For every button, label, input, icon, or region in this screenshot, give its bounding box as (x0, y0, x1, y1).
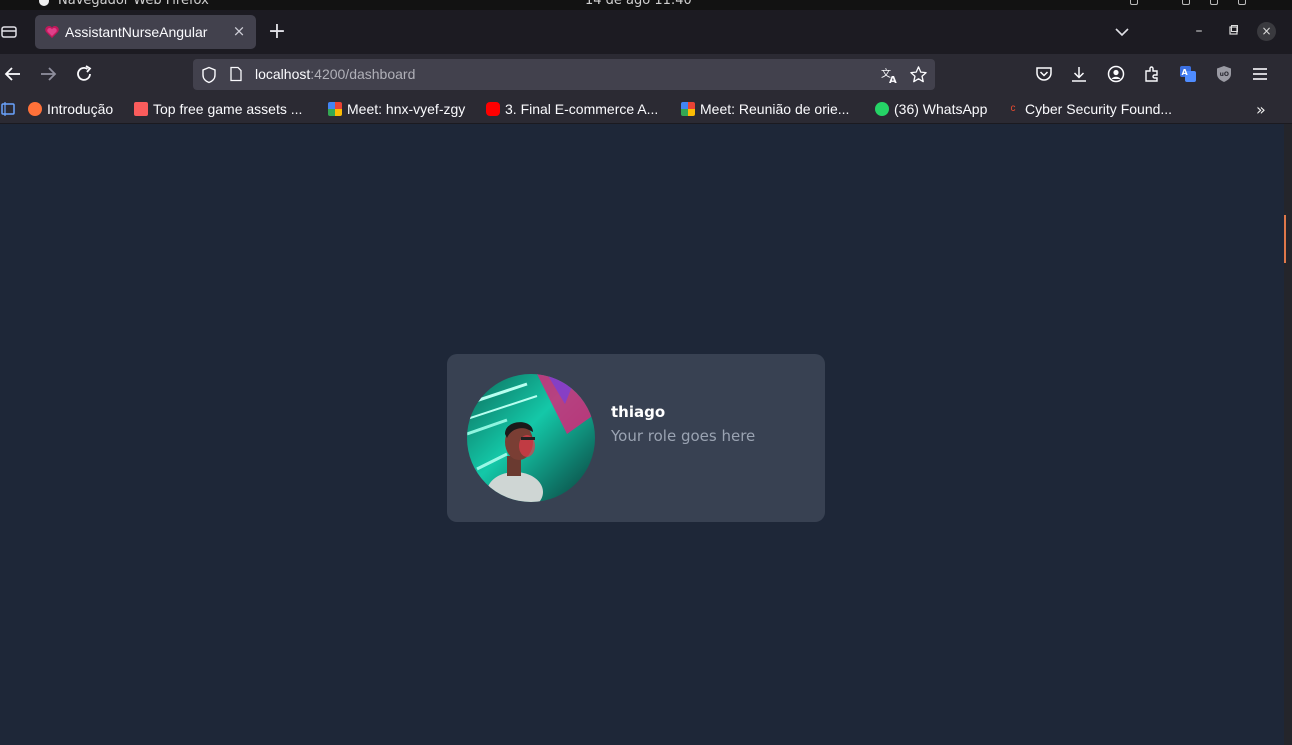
app-indicator-icon (39, 0, 49, 6)
bookmark-label: (36) WhatsApp (894, 101, 988, 117)
translate-extension-icon[interactable]: A (1178, 64, 1198, 84)
os-window-title[interactable]: Navegador Web Firefox (58, 0, 209, 8)
pocket-icon[interactable] (1034, 64, 1054, 84)
reload-icon[interactable] (73, 63, 95, 85)
url-bar[interactable]: localhost:4200/dashboard 文 A (193, 59, 935, 90)
bookmark-introducao[interactable]: Introdução (28, 100, 113, 118)
itch-icon (134, 102, 148, 116)
bookmark-game-assets[interactable]: Top free game assets ... (134, 100, 302, 118)
account-icon[interactable] (1106, 64, 1126, 84)
back-icon[interactable] (2, 63, 24, 85)
tab-close-icon[interactable]: × (231, 23, 247, 39)
bookmark-meet-2[interactable]: Meet: Reunião de orie... (681, 100, 849, 118)
profile-role: Your role goes here (611, 427, 756, 445)
app-menu-icon[interactable] (1250, 64, 1270, 84)
tab-strip: AssistantNurseAngular × + – × (0, 10, 1292, 54)
url-host: localhost (255, 66, 311, 82)
url-text[interactable]: localhost:4200/dashboard (255, 66, 415, 82)
os-top-bar: Navegador Web Firefox 14 de ago 11:40 (0, 0, 1292, 10)
bookmark-meet-1[interactable]: Meet: hnx-vyef-zgy (328, 100, 465, 118)
downloads-icon[interactable] (1069, 64, 1089, 84)
url-path: :4200/dashboard (310, 66, 416, 82)
profile-card: thiago Your role goes here (447, 354, 825, 522)
extensions-icon[interactable] (1142, 64, 1162, 84)
window-minimize-button[interactable]: – (1190, 22, 1208, 40)
bookmarks-toolbar: Introdução Top free game assets ... Meet… (0, 94, 1292, 124)
ublock-origin-icon[interactable]: uO (1214, 64, 1234, 84)
bookmark-star-icon[interactable] (909, 65, 928, 84)
new-tab-button[interactable]: + (266, 21, 288, 44)
bookmark-sync-icon[interactable] (0, 101, 16, 117)
coursera-icon: c (1010, 103, 1016, 114)
whatsapp-icon (875, 102, 889, 116)
bookmark-label: Introdução (47, 101, 114, 117)
meet-icon (328, 102, 342, 116)
bookmark-youtube[interactable]: 3. Final E-commerce A... (486, 100, 658, 118)
bookmark-cyber-security[interactable]: c Cyber Security Found... (1006, 100, 1173, 118)
os-clock[interactable]: 14 de ago 11:40 (585, 0, 692, 8)
tab-assistant-nurse[interactable]: AssistantNurseAngular × (35, 15, 256, 49)
angular-heart-favicon-icon (45, 26, 59, 38)
avatar (467, 374, 595, 502)
scrollbar-marker (1284, 215, 1286, 263)
bookmark-label: 3. Final E-commerce A... (505, 101, 659, 117)
youtube-icon (486, 102, 500, 116)
power-icon[interactable] (1210, 0, 1218, 5)
profile-name: thiago (611, 403, 666, 421)
bookmark-label: Top free game assets ... (153, 101, 303, 117)
window-restore-icon[interactable] (1224, 22, 1242, 40)
tab-overview-icon[interactable] (0, 24, 18, 40)
list-all-tabs-icon[interactable] (1112, 22, 1132, 42)
meet-icon (681, 102, 695, 116)
network-icon[interactable] (1130, 0, 1138, 5)
bookmark-whatsapp[interactable]: (36) WhatsApp (875, 100, 987, 118)
volume-icon[interactable] (1182, 0, 1190, 5)
avatar-photo (467, 374, 595, 502)
battery-icon[interactable] (1238, 0, 1246, 5)
tracking-protection-shield-icon[interactable] (201, 66, 217, 84)
window-close-button[interactable]: × (1257, 22, 1276, 41)
page-info-icon[interactable] (229, 66, 243, 82)
translate-icon[interactable]: 文 A (881, 66, 899, 84)
svg-text:uO: uO (1220, 71, 1229, 78)
bookmark-label: Meet: hnx-vyef-zgy (347, 101, 466, 117)
navigation-toolbar: localhost:4200/dashboard 文 A A uO (0, 54, 1292, 94)
bookmark-label: Meet: Reunião de orie... (700, 101, 850, 117)
firefox-icon (28, 102, 42, 116)
svg-text:A: A (1182, 68, 1189, 77)
more-bookmarks-icon[interactable]: » (1256, 100, 1274, 119)
tab-title: AssistantNurseAngular (65, 24, 208, 40)
forward-icon[interactable] (37, 63, 59, 85)
bookmark-label: Cyber Security Found... (1025, 101, 1173, 117)
svg-text:A: A (889, 75, 897, 84)
